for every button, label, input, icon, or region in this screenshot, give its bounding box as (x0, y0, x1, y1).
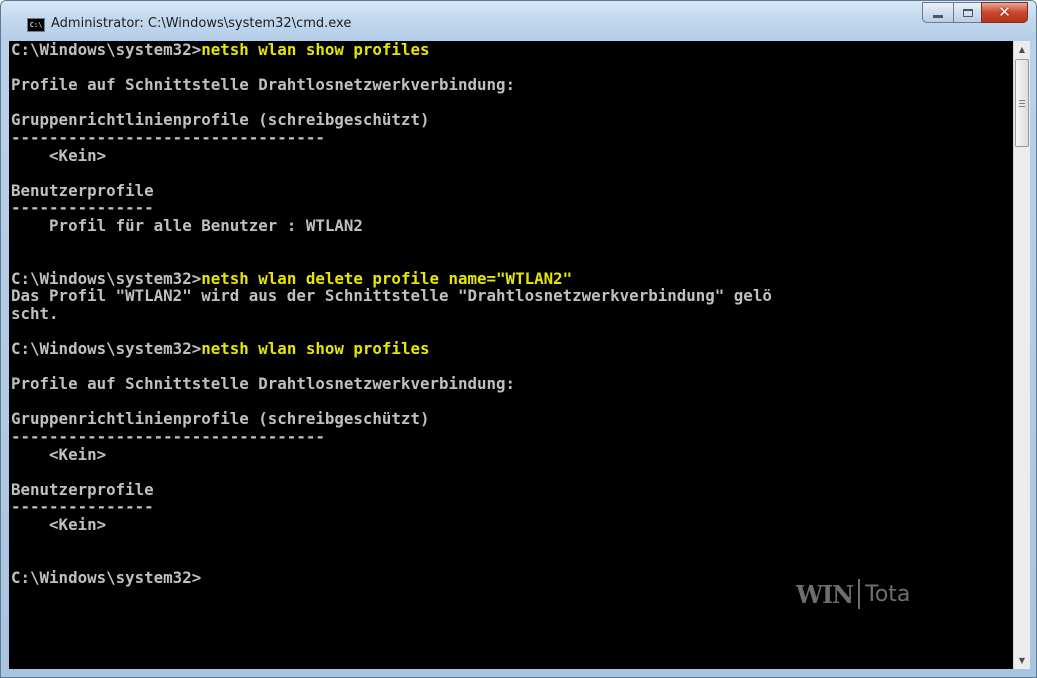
console-line-text: --------------------------------- (11, 127, 325, 147)
minimize-icon (933, 15, 943, 18)
vertical-scrollbar[interactable]: ▲ ▼ (1013, 41, 1030, 669)
console-line: <Kein> (11, 444, 1013, 464)
cmd-app-icon[interactable]: C:\ (27, 18, 45, 32)
console-line-text: Das Profil "WTLAN2" wird aus der Schnitt… (11, 286, 772, 306)
console-line: Profile auf Schnittstelle Drahtlosnetzwe… (11, 375, 1013, 393)
console-line: Gruppenrichtlinienprofile (schreibgeschü… (11, 410, 1013, 428)
console-line-text: --------------------------------- (11, 427, 325, 447)
minimize-button[interactable] (922, 2, 953, 23)
console-line-text: C:\Windows\system32> (11, 268, 202, 288)
console-line-text: C:\Windows\system32> (11, 339, 202, 359)
console-line-text: Gruppenrichtlinienprofile (schreibgeschü… (11, 409, 430, 429)
console-line-text: <Kein> (11, 444, 107, 464)
console-line: C:\Windows\system32>netsh wlan show prof… (11, 41, 1013, 59)
watermark-separator (858, 579, 861, 609)
close-icon: ✕ (998, 3, 1011, 21)
scrollbar-thumb[interactable] (1015, 59, 1029, 147)
console-line: Gruppenrichtlinienprofile (schreibgeschü… (11, 111, 1013, 129)
console-command: netsh wlan show profiles (201, 339, 430, 359)
console-line: Das Profil "WTLAN2" wird aus der Schnitt… (11, 287, 1013, 305)
close-button[interactable]: ✕ (981, 2, 1028, 23)
watermark-tota-text: Tota (865, 581, 911, 607)
console-command: netsh wlan show profiles (201, 41, 430, 59)
console-line-text: Benutzerprofile (11, 180, 154, 200)
console-line: scht. (11, 305, 1013, 323)
console-line: C:\Windows\system32>netsh wlan delete pr… (11, 268, 1013, 288)
console-line: C:\Windows\system32>netsh wlan show prof… (11, 340, 1013, 358)
console-line-text: --------------- (11, 497, 154, 517)
console-line: --------------------------------- (11, 129, 1013, 147)
console-line: --------------- (11, 498, 1013, 516)
console-line-text: Benutzerprofile (11, 479, 154, 499)
console-line-text: scht. (11, 303, 59, 323)
console-line: Profile auf Schnittstelle Drahtlosnetzwe… (11, 76, 1013, 94)
watermark-win-text: WIN (796, 579, 854, 609)
console-line-text: C:\Windows\system32> (11, 41, 202, 59)
cmd-app-icon-text: C:\ (29, 21, 43, 29)
wintotal-watermark-logo: WIN Tota (796, 579, 910, 609)
scroll-up-arrow-icon[interactable]: ▲ (1014, 41, 1030, 58)
console-line: --------------------------------- (11, 428, 1013, 446)
console-text: C:\Windows\system32>netsh wlan show prof… (9, 41, 1013, 586)
scrollbar-grip-icon (1019, 99, 1025, 107)
console-line-text: Profile auf Schnittstelle Drahtlosnetzwe… (11, 374, 516, 394)
console-line-text: <Kein> (11, 515, 107, 535)
console-line-text: Profil für alle Benutzer : WTLAN2 (11, 215, 363, 235)
caption-buttons: ✕ (922, 2, 1028, 24)
maximize-icon (962, 8, 973, 17)
console-line: Benutzerprofile (11, 481, 1013, 499)
console-line: Profil für alle Benutzer : WTLAN2 (11, 217, 1013, 235)
console-line-text: Profile auf Schnittstelle Drahtlosnetzwe… (11, 75, 516, 95)
console-line-text: --------------- (11, 198, 154, 218)
cmd-window: C:\ Administrator: C:\Windows\system32\c… (0, 0, 1037, 678)
console-line: --------------- (11, 199, 1013, 217)
console-line: <Kein> (11, 145, 1013, 165)
maximize-button[interactable] (953, 2, 981, 23)
title-bar[interactable]: C:\ Administrator: C:\Windows\system32\c… (1, 1, 1036, 41)
console-line-text: C:\Windows\system32> (11, 567, 202, 587)
console-line: Benutzerprofile (11, 180, 1013, 200)
window-title: Administrator: C:\Windows\system32\cmd.e… (51, 16, 352, 31)
console-line-text: <Kein> (11, 145, 107, 165)
console-output[interactable]: C:\Windows\system32>netsh wlan show prof… (9, 41, 1013, 669)
scroll-down-arrow-icon[interactable]: ▼ (1014, 652, 1030, 669)
console-command: netsh wlan delete profile name="WTLAN2" (201, 268, 573, 288)
console-line-text: Gruppenrichtlinienprofile (schreibgeschü… (11, 110, 430, 130)
console-line: <Kein> (11, 516, 1013, 534)
